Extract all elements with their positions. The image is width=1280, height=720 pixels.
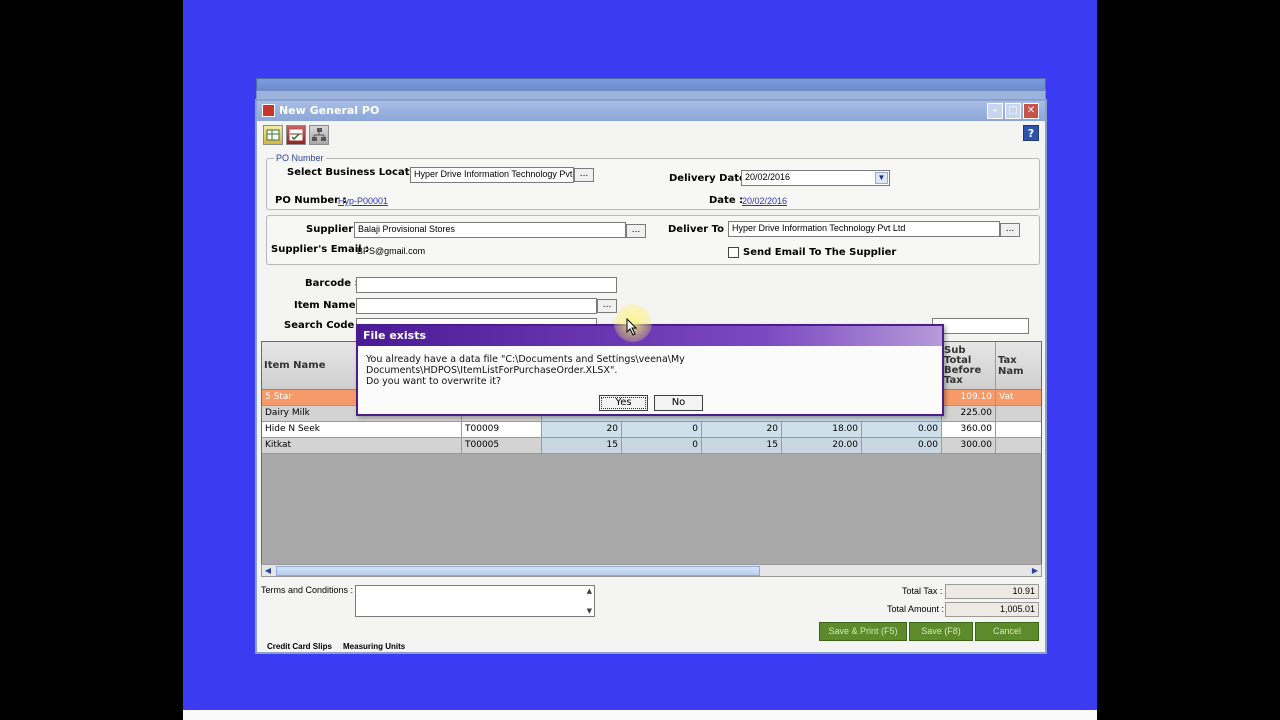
cell-tax-name: [996, 422, 1041, 438]
cancel-button[interactable]: Cancel: [975, 622, 1039, 641]
minimize-button[interactable]: –: [987, 103, 1003, 119]
cell-discount[interactable]: 0.00: [862, 422, 942, 438]
help-icon[interactable]: ?: [1023, 125, 1039, 141]
supplier-field[interactable]: Balaji Provisional Stores: [354, 222, 626, 238]
horizontal-scrollbar[interactable]: ◀ ▶: [261, 564, 1042, 577]
grid-icon[interactable]: [263, 125, 283, 145]
barcode-input[interactable]: [356, 277, 617, 293]
chevron-down-icon[interactable]: ▼: [875, 172, 888, 184]
cell-tax-name: [996, 406, 1041, 422]
cell-sub-total: 300.00: [942, 438, 996, 454]
col-header-tax-name[interactable]: Tax Nam: [996, 342, 1041, 390]
terms-label: Terms and Conditions :: [261, 585, 354, 595]
app-icon: [262, 104, 275, 117]
terms-textarea[interactable]: ▲ ▼: [355, 585, 595, 617]
window-title: New General PO: [279, 104, 380, 117]
business-location-field[interactable]: Hyper Drive Information Technology Pvt L: [410, 167, 574, 183]
table-row[interactable]: Hide N Seek T00009 20 0 20 18.00 0.00 36…: [262, 422, 1041, 438]
cell-discount[interactable]: 0.00: [862, 438, 942, 454]
date-label: Date :: [709, 195, 744, 206]
cell-free[interactable]: 0: [622, 438, 702, 454]
po-group-legend: PO Number: [274, 153, 326, 163]
barcode-label: Barcode :: [305, 278, 359, 289]
supplier-browse-button[interactable]: ...: [626, 224, 646, 238]
yes-button[interactable]: Yes: [599, 395, 648, 411]
delivery-date-dropdown[interactable]: 20/02/2016 ▼: [741, 170, 890, 186]
cell-qty[interactable]: 20: [542, 422, 622, 438]
close-button[interactable]: ✕: [1023, 103, 1039, 119]
cell-item-name: Kitkat: [262, 438, 462, 454]
item-name-label: Item Name :: [294, 300, 363, 311]
bottom-strip: [183, 710, 1097, 720]
item-name-input[interactable]: [356, 298, 597, 314]
cell-code: T00009: [462, 422, 542, 438]
po-number-label: PO Number :: [275, 195, 347, 206]
total-tax-value: 10.91: [945, 584, 1039, 599]
delivery-date-value: 20/02/2016: [745, 172, 791, 182]
dialog-message: You already have a data file "C:\Documen…: [366, 354, 685, 387]
scroll-right-icon[interactable]: ▶: [1029, 565, 1041, 576]
table-row[interactable]: Kitkat T00005 15 0 15 20.00 0.00 300.00: [262, 438, 1041, 454]
background-tabs-text: Credit Card Slips Measuring Units: [267, 642, 406, 651]
deliver-to-label: Deliver To :: [668, 224, 732, 235]
supplier-email-label: Supplier's Email :: [271, 244, 370, 255]
window-titlebar: New General PO – □ ✕: [257, 101, 1045, 121]
search-code-label: Search Code :: [284, 320, 362, 331]
total-amount-value: 1,005.01: [945, 602, 1039, 617]
scroll-up-icon[interactable]: ▲: [587, 587, 592, 595]
cell-sub-total: 109.10: [942, 390, 996, 406]
date-link[interactable]: 20/02/2016: [742, 196, 787, 206]
col-header-sub-total[interactable]: Sub Total Before Tax: [942, 342, 996, 390]
send-email-checkbox[interactable]: [728, 247, 739, 258]
mouse-pointer-icon: [626, 318, 638, 336]
scroll-left-icon[interactable]: ◀: [262, 565, 274, 576]
deliver-to-field[interactable]: Hyper Drive Information Technology Pvt L…: [728, 221, 1000, 237]
supplier-label: Supplier :: [306, 224, 361, 235]
location-browse-button[interactable]: ...: [574, 168, 594, 182]
cell-price[interactable]: 18.00: [782, 422, 862, 438]
scrollbar-thumb[interactable]: [276, 566, 760, 576]
save-print-button[interactable]: Save & Print (F5): [819, 622, 907, 641]
maximize-button[interactable]: □: [1005, 103, 1021, 119]
total-tax-label: Total Tax :: [902, 586, 943, 596]
send-email-label: Send Email To The Supplier: [743, 247, 897, 258]
supplier-email-value: BPS@gmail.com: [357, 246, 426, 256]
cell-free[interactable]: 0: [622, 422, 702, 438]
cell-item-name: Hide N Seek: [262, 422, 462, 438]
total-amount-label: Total Amount :: [887, 604, 945, 614]
hierarchy-icon[interactable]: [309, 125, 329, 145]
file-exists-dialog: File exists You already have a data file…: [356, 324, 944, 416]
cell-tax-name: Vat: [996, 390, 1041, 406]
cell-sub-total: 225.00: [942, 406, 996, 422]
no-button[interactable]: No: [654, 395, 703, 411]
cell-price[interactable]: 20.00: [782, 438, 862, 454]
po-number-link[interactable]: Hyp-P00001: [338, 196, 388, 206]
scroll-down-icon[interactable]: ▼: [587, 607, 592, 615]
cell-total-qty[interactable]: 20: [702, 422, 782, 438]
deliver-to-browse-button[interactable]: ...: [1000, 223, 1020, 237]
cell-code: T00005: [462, 438, 542, 454]
cell-sub-total: 360.00: [942, 422, 996, 438]
grid-check-icon[interactable]: [286, 125, 306, 145]
cell-tax-name: [996, 438, 1041, 454]
item-name-browse-button[interactable]: ...: [597, 299, 617, 313]
search-filter-input[interactable]: [932, 318, 1029, 334]
cell-total-qty[interactable]: 15: [702, 438, 782, 454]
cell-qty[interactable]: 15: [542, 438, 622, 454]
save-button[interactable]: Save (F8): [909, 622, 973, 641]
